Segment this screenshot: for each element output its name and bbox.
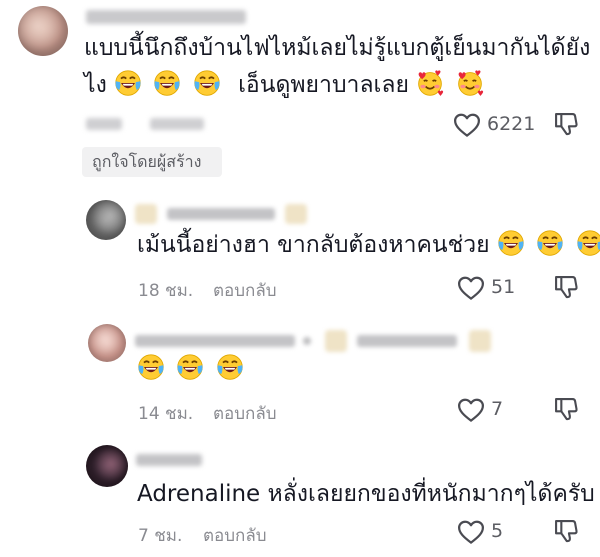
comment-4: Adrenaline หลั่งเลยยกของที่หนักมากๆได้คร… — [0, 430, 600, 557]
comment-time: 18 ชม. — [138, 281, 194, 301]
comment-text: Adrenaline หลั่งเลยยกของที่หนักมากๆได้คร… — [137, 481, 595, 507]
creator-liked-badge: ถูกใจโดยผู้สร้าง — [82, 147, 222, 177]
heart-outline-icon[interactable] — [456, 273, 486, 303]
username[interactable] — [86, 10, 246, 24]
avatar[interactable] — [18, 6, 68, 56]
face-with-tears-of-joy-icon — [536, 229, 564, 257]
comment-time: 14 ชม. — [138, 404, 194, 424]
comment-text — [137, 353, 248, 386]
face-with-tears-of-joy-icon — [153, 69, 181, 97]
heart-outline-icon[interactable] — [456, 517, 486, 547]
heart-outline-icon[interactable] — [456, 395, 486, 425]
like-count: 51 — [491, 276, 516, 298]
face-with-tears-of-joy-icon — [137, 353, 165, 381]
reply-button[interactable]: ตอบกลับ — [213, 400, 277, 427]
face-with-tears-of-joy-icon — [193, 69, 221, 97]
face-with-tears-of-joy-icon — [216, 353, 244, 381]
username[interactable] — [136, 454, 202, 466]
comment-text-continued: ไง เอ็นดูพยาบาลเลย — [84, 69, 488, 102]
comment-3: 14 ชม. ตอบกลับ 7 — [0, 310, 600, 430]
thumbs-down-icon[interactable] — [552, 110, 580, 138]
thumbs-down-icon[interactable] — [552, 273, 580, 301]
face-with-tears-of-joy-icon — [497, 229, 525, 257]
comment-text: เม้นนี้อย่างฮา ขากลับต้องหาคนช่วย — [137, 229, 600, 262]
reply-button[interactable] — [150, 118, 204, 130]
avatar[interactable] — [88, 324, 126, 362]
heart-outline-icon[interactable] — [452, 110, 482, 140]
username[interactable] — [135, 202, 313, 226]
comment-2: เม้นนี้อย่างฮา ขากลับต้องหาคนช่วย 18 ชม.… — [0, 185, 600, 310]
like-count: 5 — [491, 520, 504, 542]
thumbs-down-icon[interactable] — [552, 395, 580, 423]
smiling-face-with-hearts-icon — [416, 69, 444, 97]
username[interactable] — [135, 327, 495, 355]
face-with-tears-of-joy-icon — [176, 353, 204, 381]
face-with-tears-of-joy-icon — [576, 229, 600, 257]
reply-button[interactable]: ตอบกลับ — [203, 522, 267, 549]
like-count: 6221 — [487, 113, 536, 135]
avatar[interactable] — [86, 200, 126, 240]
like-count: 7 — [491, 398, 504, 420]
comment-time — [86, 118, 122, 130]
reply-button[interactable]: ตอบกลับ — [213, 277, 277, 304]
comment-text: แบบนี้นึกถึงบ้านไฟไหม้เลยไม่รู้แบกตู้เย็… — [84, 35, 591, 61]
avatar[interactable] — [86, 445, 128, 487]
comment-1: แบบนี้นึกถึงบ้านไฟไหม้เลยไม่รู้แบกตู้เย็… — [0, 0, 600, 185]
face-with-tears-of-joy-icon — [114, 69, 142, 97]
thumbs-down-icon[interactable] — [552, 517, 580, 545]
smiling-face-with-hearts-icon — [456, 69, 484, 97]
comment-time: 7 ชม. — [138, 526, 183, 546]
